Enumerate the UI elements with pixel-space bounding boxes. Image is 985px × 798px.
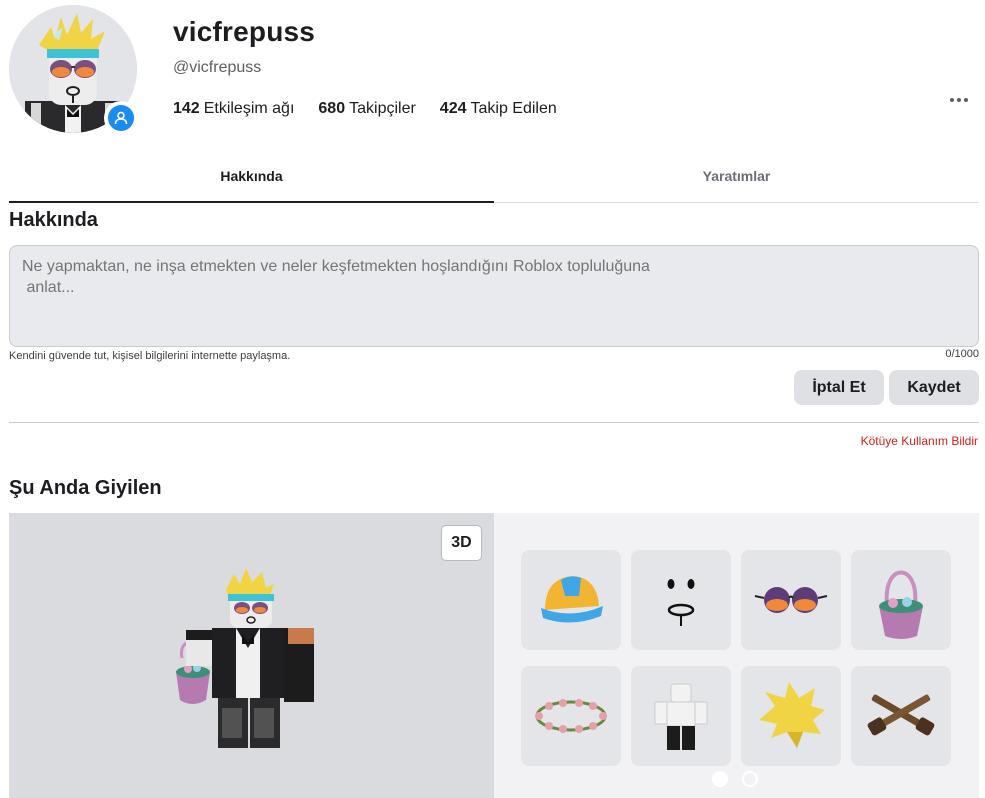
hard-hat-icon[interactable] [521,550,621,650]
more-options-icon[interactable] [944,90,974,110]
online-status-badge [104,101,138,135]
online-status-icon [108,105,134,131]
about-heading: Hakkında [9,209,98,231]
sunglasses-icon[interactable] [741,550,841,650]
stat-label: Etkileşim ağı [203,100,295,117]
currently-wearing-heading: Şu Anda Giyilen [9,477,162,499]
report-abuse-link[interactable]: Kötüye Kullanım Bildir [861,434,978,448]
pagination-dot-2[interactable] [742,771,758,787]
face-icon[interactable] [631,550,731,650]
display-name: vicfrepuss [173,16,316,47]
spiky-hair-icon[interactable] [741,666,841,766]
stat-count: 142 [173,100,200,117]
toggle-3d-button[interactable]: 3D [441,525,482,561]
crossed-pistols-icon[interactable] [851,666,951,766]
stat-count: 424 [439,100,467,117]
stat-count: 680 [318,100,346,117]
about-textarea[interactable] [9,245,979,347]
shirt-pants-icon[interactable] [631,666,731,766]
tab-creations[interactable]: Yaratımlar [494,155,979,202]
username: @vicfrepuss [173,59,262,76]
divider [9,422,979,423]
profile-stats: 142 Etkileşim ağı 680 Takipçiler 424 Takip … [173,100,557,118]
easter-basket-icon[interactable] [851,550,951,650]
stat-following[interactable]: 424 Takip Edilen [440,100,557,118]
char-counter: 0/1000 [945,348,979,360]
tab-about[interactable]: Hakkında [9,155,494,203]
stat-label: Takip Edilen [470,100,557,117]
avatar-full-body [176,568,314,748]
safety-note: Kendini güvende tut, kişisel bilgilerini… [9,350,291,362]
stat-connections[interactable]: 142 Etkileşim ağı [173,100,294,118]
flower-crown-icon[interactable] [521,666,621,766]
pagination-dot-1[interactable] [712,771,728,787]
avatar[interactable] [9,5,138,135]
save-button[interactable]: Kaydet [889,370,979,405]
stat-label: Takipçiler [349,100,416,117]
stat-followers[interactable]: 680 Takipçiler [318,100,415,118]
cancel-button[interactable]: İptal Et [794,370,884,405]
profile-tabs: Hakkında Yaratımlar [9,155,979,203]
